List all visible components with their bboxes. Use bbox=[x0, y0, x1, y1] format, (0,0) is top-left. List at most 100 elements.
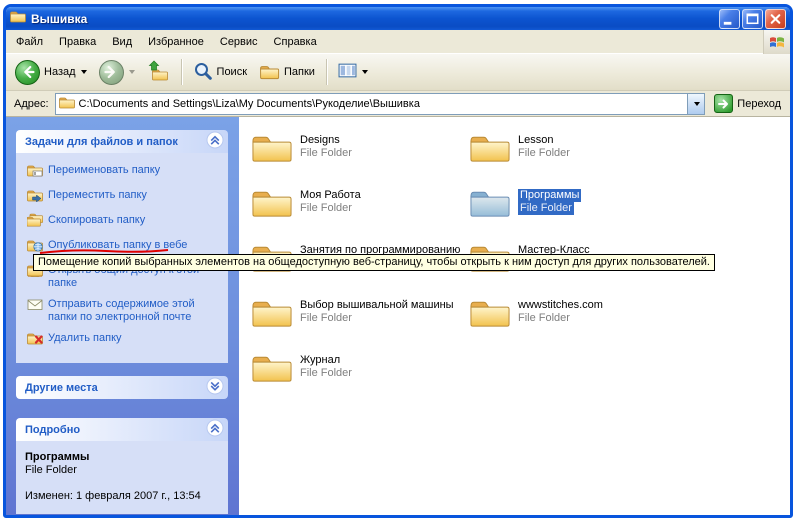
folders-icon bbox=[259, 62, 280, 83]
file-item-lesson[interactable]: LessonFile Folder bbox=[469, 131, 570, 163]
collapse-chevron-icon[interactable] bbox=[206, 419, 224, 440]
details-header[interactable]: Подробно bbox=[16, 418, 228, 441]
up-button[interactable] bbox=[142, 57, 175, 88]
file-type: File Folder bbox=[518, 147, 570, 160]
window-controls bbox=[719, 9, 786, 29]
go-label: Переход bbox=[737, 98, 781, 110]
search-button[interactable]: Поиск bbox=[188, 57, 252, 88]
file-tasks-title: Задачи для файлов и папок bbox=[25, 136, 178, 148]
details-panel: Подробно Программы File Folder Изменен: … bbox=[16, 418, 228, 514]
tooltip: Помещение копий выбранных элементов на о… bbox=[33, 254, 715, 271]
minimize-button[interactable] bbox=[719, 9, 740, 29]
task-delete-folder[interactable]: Удалить папку bbox=[18, 328, 225, 353]
folders-button[interactable]: Папки bbox=[254, 57, 320, 88]
details-body: Программы File Folder Изменен: 1 февраля… bbox=[16, 441, 228, 514]
file-item-vybor-mashiny[interactable]: Выбор вышивальной машиныFile Folder bbox=[251, 296, 454, 328]
menu-help[interactable]: Справка bbox=[266, 32, 325, 52]
file-name: Программы bbox=[518, 189, 581, 202]
menu-favorites[interactable]: Избранное bbox=[140, 32, 212, 52]
forward-dropdown-icon bbox=[129, 70, 135, 74]
file-item-designs[interactable]: DesignsFile Folder bbox=[251, 131, 352, 163]
address-path: C:\Documents and Settings\Liza\My Docume… bbox=[79, 98, 684, 110]
back-arrow-icon bbox=[15, 60, 40, 85]
folder-icon bbox=[251, 186, 293, 218]
collapse-chevron-icon[interactable] bbox=[206, 131, 224, 152]
details-file-name: Программы bbox=[25, 451, 222, 463]
search-label: Поиск bbox=[217, 66, 247, 78]
other-places-panel: Другие места bbox=[16, 376, 228, 399]
details-file-type: File Folder bbox=[25, 464, 222, 476]
toolbar: Назад Поиск bbox=[6, 54, 790, 91]
file-name: Моя Работа bbox=[300, 189, 361, 202]
menu-file[interactable]: Файл bbox=[8, 32, 51, 52]
details-modified: Изменен: 1 февраля 2007 г., 13:54 bbox=[25, 490, 222, 502]
other-places-title: Другие места bbox=[25, 382, 98, 394]
address-bar: Адрес: C:\Documents and Settings\Liza\My… bbox=[6, 91, 790, 117]
expand-chevron-icon[interactable] bbox=[206, 377, 224, 398]
file-name: Designs bbox=[300, 134, 340, 147]
file-type: File Folder bbox=[300, 312, 352, 325]
menu-edit[interactable]: Правка bbox=[51, 32, 104, 52]
window-folder-icon bbox=[10, 9, 26, 28]
toolbar-separator bbox=[181, 59, 182, 85]
file-tasks-panel: Задачи для файлов и папок Переименовать … bbox=[16, 130, 228, 363]
folder-icon bbox=[251, 351, 293, 383]
task-rename-folder[interactable]: Переименовать папку bbox=[18, 160, 225, 185]
copy-folder-icon bbox=[27, 213, 43, 231]
task-label: Скопировать папку bbox=[48, 214, 145, 227]
file-type: File Folder bbox=[518, 202, 574, 215]
task-move-folder[interactable]: Переместить папку bbox=[18, 185, 225, 210]
forward-button[interactable] bbox=[94, 57, 140, 88]
main-area: Задачи для файлов и папок Переименовать … bbox=[6, 117, 790, 515]
address-dropdown-button[interactable] bbox=[687, 94, 704, 114]
file-type: File Folder bbox=[300, 202, 352, 215]
file-item-moya-rabota[interactable]: Моя РаботаFile Folder bbox=[251, 186, 361, 218]
menu-view[interactable]: Вид bbox=[104, 32, 140, 52]
file-name: Lesson bbox=[518, 134, 553, 147]
file-item-wwwstitches[interactable]: wwwstitches.comFile Folder bbox=[469, 296, 603, 328]
file-name: Журнал bbox=[300, 354, 340, 367]
rename-folder-icon bbox=[27, 163, 43, 181]
maximize-button[interactable] bbox=[742, 9, 763, 29]
back-button[interactable]: Назад bbox=[10, 57, 92, 88]
views-icon bbox=[338, 62, 357, 82]
file-tasks-header[interactable]: Задачи для файлов и папок bbox=[16, 130, 228, 153]
file-item-programmy[interactable]: ПрограммыFile Folder bbox=[469, 186, 581, 218]
explorer-window: Вышивка Файл Правка Вид Избранное Сервис… bbox=[3, 4, 793, 518]
details-title: Подробно bbox=[25, 424, 80, 436]
file-list-area[interactable]: DesignsFile Folder LessonFile Folder Моя… bbox=[239, 117, 790, 515]
menu-bar: Файл Правка Вид Избранное Сервис Справка bbox=[6, 30, 790, 54]
windows-logo bbox=[763, 30, 790, 54]
go-button[interactable]: Переход bbox=[711, 94, 784, 113]
move-folder-icon bbox=[27, 188, 43, 206]
views-button[interactable] bbox=[333, 57, 373, 88]
task-label: Переместить папку bbox=[48, 189, 147, 202]
folder-icon bbox=[251, 131, 293, 163]
folder-icon bbox=[251, 296, 293, 328]
task-email-folder[interactable]: Отправить содержимое этой папки по элект… bbox=[18, 294, 225, 328]
file-type: File Folder bbox=[518, 312, 570, 325]
task-label: Переименовать папку bbox=[48, 164, 160, 177]
file-name: wwwstitches.com bbox=[518, 299, 603, 312]
other-places-header[interactable]: Другие места bbox=[16, 376, 228, 399]
title-bar[interactable]: Вышивка bbox=[6, 7, 790, 30]
address-folder-icon bbox=[59, 95, 75, 112]
folder-icon bbox=[469, 296, 511, 328]
chevron-down-icon bbox=[694, 102, 700, 106]
desktop-background: Вышивка Файл Правка Вид Избранное Сервис… bbox=[0, 0, 796, 521]
close-button[interactable] bbox=[765, 9, 786, 29]
file-item-zhurnal[interactable]: ЖурналFile Folder bbox=[251, 351, 352, 383]
file-type: File Folder bbox=[300, 367, 352, 380]
delete-folder-icon bbox=[27, 331, 43, 349]
toolbar-separator bbox=[326, 59, 327, 85]
search-icon bbox=[193, 61, 213, 84]
menu-tools[interactable]: Сервис bbox=[212, 32, 266, 52]
folder-icon bbox=[469, 131, 511, 163]
task-copy-folder[interactable]: Скопировать папку bbox=[18, 210, 225, 235]
address-label: Адрес: bbox=[14, 98, 49, 110]
address-input[interactable]: C:\Documents and Settings\Liza\My Docume… bbox=[55, 93, 706, 115]
task-pane: Задачи для файлов и папок Переименовать … bbox=[6, 117, 239, 515]
forward-arrow-icon bbox=[99, 60, 124, 85]
views-dropdown-icon bbox=[362, 70, 368, 74]
up-folder-icon bbox=[147, 60, 170, 84]
